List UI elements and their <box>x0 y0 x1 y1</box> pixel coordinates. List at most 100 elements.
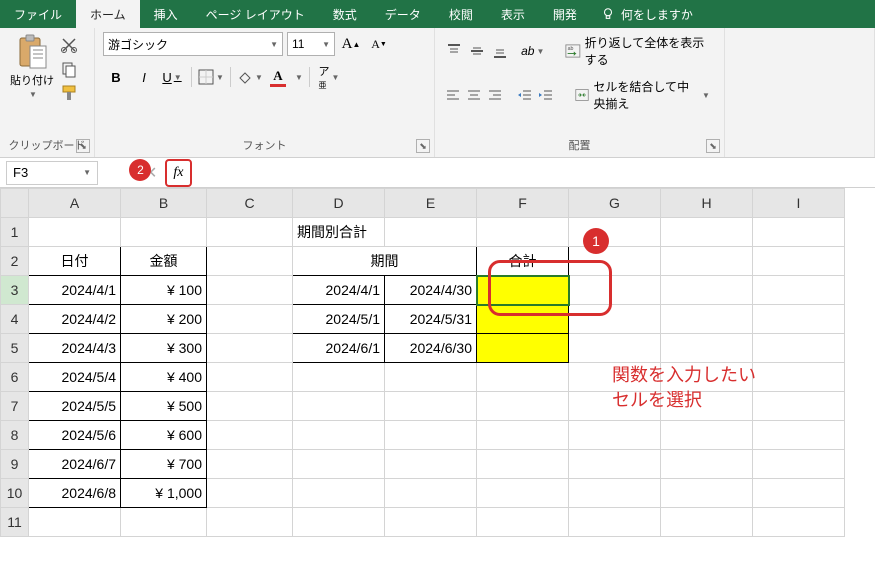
name-box[interactable]: F3▼ <box>6 161 98 185</box>
fill-color-button[interactable]: ▼ <box>237 64 263 90</box>
cell[interactable]: 2024/5/5 <box>29 392 121 421</box>
row-header[interactable]: 9 <box>1 450 29 479</box>
italic-button[interactable]: I <box>131 64 157 90</box>
cell[interactable]: 期間別合計 <box>293 218 385 247</box>
cell[interactable]: 2024/6/7 <box>29 450 121 479</box>
orientation-button[interactable]: ab▼ <box>521 39 544 63</box>
align-center-icon[interactable] <box>464 83 483 107</box>
alignment-launcher[interactable]: ⬊ <box>706 139 720 153</box>
alignment-group-label: 配置 <box>443 135 716 155</box>
cell[interactable]: 2024/4/30 <box>385 276 477 305</box>
formula-input[interactable] <box>204 161 875 185</box>
row-header[interactable]: 2 <box>1 247 29 276</box>
col-header[interactable]: I <box>753 189 845 218</box>
tab-data[interactable]: データ <box>371 0 435 28</box>
cell[interactable]: ¥ 500 <box>121 392 207 421</box>
row-header[interactable]: 1 <box>1 218 29 247</box>
tab-insert[interactable]: 挿入 <box>140 0 192 28</box>
cell[interactable]: ¥ 300 <box>121 334 207 363</box>
row-header[interactable]: 5 <box>1 334 29 363</box>
col-header[interactable]: C <box>207 189 293 218</box>
font-size-select[interactable]: 11▼ <box>287 32 335 56</box>
cell[interactable]: 2024/6/30 <box>385 334 477 363</box>
cell[interactable]: 合計 <box>477 247 569 276</box>
increase-font-icon[interactable]: A▲ <box>339 32 363 56</box>
underline-button[interactable]: U▼ <box>159 64 185 90</box>
cell[interactable]: 日付 <box>29 247 121 276</box>
cell[interactable]: 2024/4/1 <box>293 276 385 305</box>
cell[interactable]: 2024/5/1 <box>293 305 385 334</box>
wrap-text-icon: ab <box>565 43 581 59</box>
align-right-icon[interactable] <box>486 83 505 107</box>
cell[interactable]: 2024/4/3 <box>29 334 121 363</box>
font-color-button[interactable]: A <box>265 64 291 90</box>
paste-label: 貼り付け <box>10 72 54 88</box>
col-header[interactable]: H <box>661 189 753 218</box>
cell[interactable]: ¥ 700 <box>121 450 207 479</box>
tab-home[interactable]: ホーム <box>76 0 140 28</box>
row-header[interactable]: 4 <box>1 305 29 334</box>
tab-file[interactable]: ファイル <box>0 0 76 28</box>
tab-view[interactable]: 表示 <box>487 0 539 28</box>
group-truncated <box>725 28 875 157</box>
cell[interactable]: 金額 <box>121 247 207 276</box>
align-bottom-icon[interactable] <box>489 39 510 63</box>
col-header[interactable]: B <box>121 189 207 218</box>
borders-button[interactable]: ▼ <box>198 64 224 90</box>
annotation-text: 関数を入力したい セルを選択 <box>612 363 756 413</box>
select-all-corner[interactable] <box>1 189 29 218</box>
row-header[interactable]: 10 <box>1 479 29 508</box>
phonetic-button[interactable]: ア亜▼ <box>316 64 342 90</box>
cell[interactable] <box>477 334 569 363</box>
align-left-icon[interactable] <box>443 83 462 107</box>
cell[interactable]: ¥ 100 <box>121 276 207 305</box>
col-header[interactable]: F <box>477 189 569 218</box>
tab-formulas[interactable]: 数式 <box>319 0 371 28</box>
bucket-icon <box>237 70 253 84</box>
cell[interactable]: ¥ 400 <box>121 363 207 392</box>
font-name-select[interactable]: 游ゴシック▼ <box>103 32 283 56</box>
row-header[interactable]: 3 <box>1 276 29 305</box>
col-header[interactable]: A <box>29 189 121 218</box>
cell[interactable]: 2024/5/4 <box>29 363 121 392</box>
increase-indent-icon[interactable] <box>536 83 555 107</box>
cell[interactable]: ¥ 600 <box>121 421 207 450</box>
cell[interactable]: ¥ 200 <box>121 305 207 334</box>
row-header[interactable]: 6 <box>1 363 29 392</box>
col-header[interactable]: G <box>569 189 661 218</box>
font-launcher[interactable]: ⬊ <box>416 139 430 153</box>
cell[interactable]: 2024/6/8 <box>29 479 121 508</box>
clipboard-launcher[interactable]: ⬊ <box>76 139 90 153</box>
copy-icon[interactable] <box>60 60 78 78</box>
col-header[interactable]: E <box>385 189 477 218</box>
tell-me[interactable]: 何をしますか <box>601 0 693 28</box>
insert-function-button[interactable]: fx <box>165 159 191 187</box>
row-header[interactable]: 11 <box>1 508 29 537</box>
font-group-label: フォント <box>103 135 426 155</box>
cell-selected[interactable] <box>477 276 569 305</box>
cell[interactable]: ¥ 1,000 <box>121 479 207 508</box>
tab-developer[interactable]: 開発 <box>539 0 591 28</box>
col-header[interactable]: D <box>293 189 385 218</box>
row-header[interactable]: 8 <box>1 421 29 450</box>
tab-review[interactable]: 校閲 <box>435 0 487 28</box>
merge-center-button[interactable]: セルを結合して中央揃え▼ <box>569 76 716 114</box>
cell[interactable]: 2024/5/31 <box>385 305 477 334</box>
cell[interactable] <box>477 305 569 334</box>
align-top-icon[interactable] <box>443 39 464 63</box>
bold-button[interactable]: B <box>103 64 129 90</box>
wrap-text-button[interactable]: ab 折り返して全体を表示する <box>559 32 716 70</box>
format-painter-icon[interactable] <box>60 84 78 102</box>
cell[interactable]: 2024/4/1 <box>29 276 121 305</box>
decrease-indent-icon[interactable] <box>515 83 534 107</box>
cell[interactable]: 2024/4/2 <box>29 305 121 334</box>
cell[interactable]: 2024/5/6 <box>29 421 121 450</box>
paste-button[interactable]: 貼り付け ▼ <box>8 32 56 102</box>
row-header[interactable]: 7 <box>1 392 29 421</box>
tab-page-layout[interactable]: ページ レイアウト <box>192 0 319 28</box>
cut-icon[interactable] <box>60 36 78 54</box>
cell[interactable]: 期間 <box>293 247 477 276</box>
align-middle-icon[interactable] <box>466 39 487 63</box>
cell[interactable]: 2024/6/1 <box>293 334 385 363</box>
decrease-font-icon[interactable]: A▼ <box>367 32 391 56</box>
